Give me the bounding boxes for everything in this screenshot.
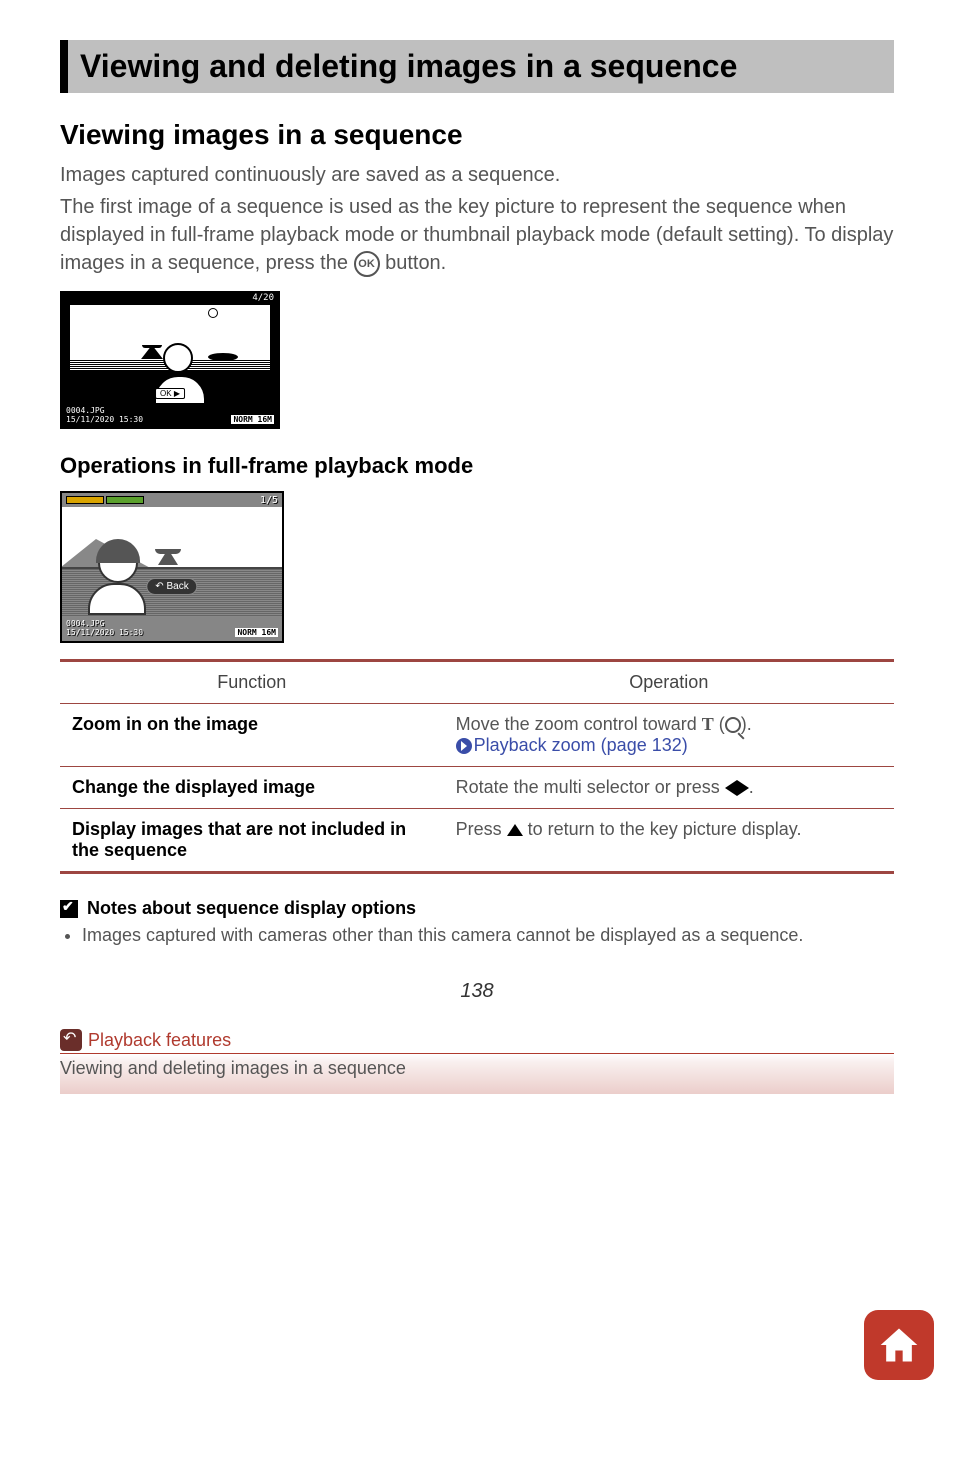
lcd2-scene: ↶ Back [62, 507, 282, 617]
section-heading-viewing: Viewing images in a sequence [60, 119, 894, 151]
page-number: 138 [60, 980, 894, 1003]
right-arrow-icon [737, 780, 749, 796]
footer-subtitle: Viewing and deleting images in a sequenc… [60, 1058, 406, 1079]
table-header-function: Function [60, 661, 444, 704]
fn-zoom: Zoom in on the image [60, 704, 444, 767]
lcd2-datetime: 15/11/2020 15:30 [66, 628, 143, 637]
page-title: Viewing and deleting images in a sequenc… [60, 40, 894, 93]
table-row: Zoom in on the image Move the zoom contr… [60, 704, 894, 767]
fn-change-image: Change the displayed image [60, 767, 444, 809]
home-button[interactable] [864, 1310, 934, 1380]
boat-icon [144, 345, 160, 357]
up-arrow-icon [507, 824, 523, 836]
left-arrow-icon [725, 780, 737, 796]
lcd2-norm: NORM 16M [235, 628, 278, 637]
back-icon[interactable] [60, 1029, 82, 1051]
notes-heading: Notes about sequence display options [60, 898, 894, 919]
section-heading-operations: Operations in full-frame playback mode [60, 453, 894, 479]
intro-pre: The first image of a sequence is used as… [60, 196, 893, 274]
home-icon [877, 1323, 921, 1367]
magnify-icon [725, 717, 741, 733]
link-icon [456, 738, 472, 754]
op-not-included: Press to return to the key picture displ… [444, 809, 894, 873]
note-item: Images captured with cameras other than … [82, 925, 894, 946]
fn-not-included: Display images that are not included in … [60, 809, 444, 873]
table-header-operation: Operation [444, 661, 894, 704]
lcd2-counter: 1/5 [260, 495, 278, 506]
intro-text-2: The first image of a sequence is used as… [60, 193, 894, 277]
progress-segment-2 [106, 496, 144, 504]
op-zoom: Move the zoom control toward T (). Playb… [444, 704, 894, 767]
ok-play-badge: OK ▶ [155, 388, 185, 399]
back-badge: ↶ Back [146, 578, 197, 595]
lcd-datetime: 15/11/2020 15:30 [66, 415, 143, 424]
note-check-icon [60, 900, 78, 918]
notes-list: Images captured with cameras other than … [60, 925, 894, 946]
lcd2-filename: 0004.JPG [66, 619, 143, 628]
boat-icon [158, 549, 178, 565]
lcd-scene: OK ▶ [70, 305, 270, 403]
intro-post: button. [385, 252, 446, 274]
intro-text-1: Images captured continuously are saved a… [60, 161, 894, 189]
lcd-norm: NORM 16M [231, 415, 274, 424]
operations-table: Function Operation Zoom in on the image … [60, 659, 894, 874]
table-row: Change the displayed image Rotate the mu… [60, 767, 894, 809]
lcd-filename: 0004.JPG [66, 406, 143, 415]
footer: Playback features Viewing and deleting i… [60, 1029, 894, 1094]
table-row: Display images that are not included in … [60, 809, 894, 873]
lcd-preview-sequence: 4/20 OK ▶ 0004.JPG 15/11/2020 15:30 NORM… [60, 291, 280, 429]
playback-zoom-link[interactable]: Playback zoom (page 132) [474, 735, 688, 755]
lcd-counter: 4/20 [60, 291, 280, 305]
person-icon [98, 543, 146, 615]
playback-features-link[interactable]: Playback features [88, 1030, 231, 1051]
ok-button-icon: OK [354, 251, 380, 277]
progress-segment-1 [66, 496, 104, 504]
lcd-preview-fullframe: 1/5 ↶ Back 0004.JPG 15/11/2020 15:30 NOR… [60, 491, 284, 643]
op-change-image: Rotate the multi selector or press . [444, 767, 894, 809]
